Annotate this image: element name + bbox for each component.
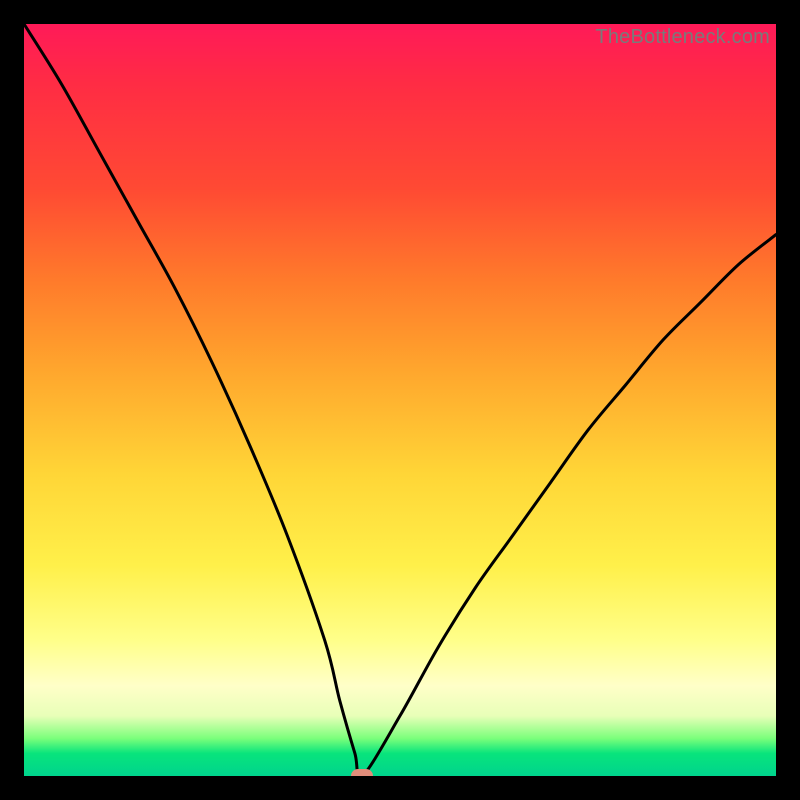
curve-path — [24, 24, 776, 776]
bottleneck-curve — [24, 24, 776, 776]
plot-area: TheBottleneck.com — [24, 24, 776, 776]
watermark-text: TheBottleneck.com — [595, 26, 770, 49]
chart-frame: TheBottleneck.com — [0, 0, 800, 800]
optimum-marker — [351, 769, 373, 776]
